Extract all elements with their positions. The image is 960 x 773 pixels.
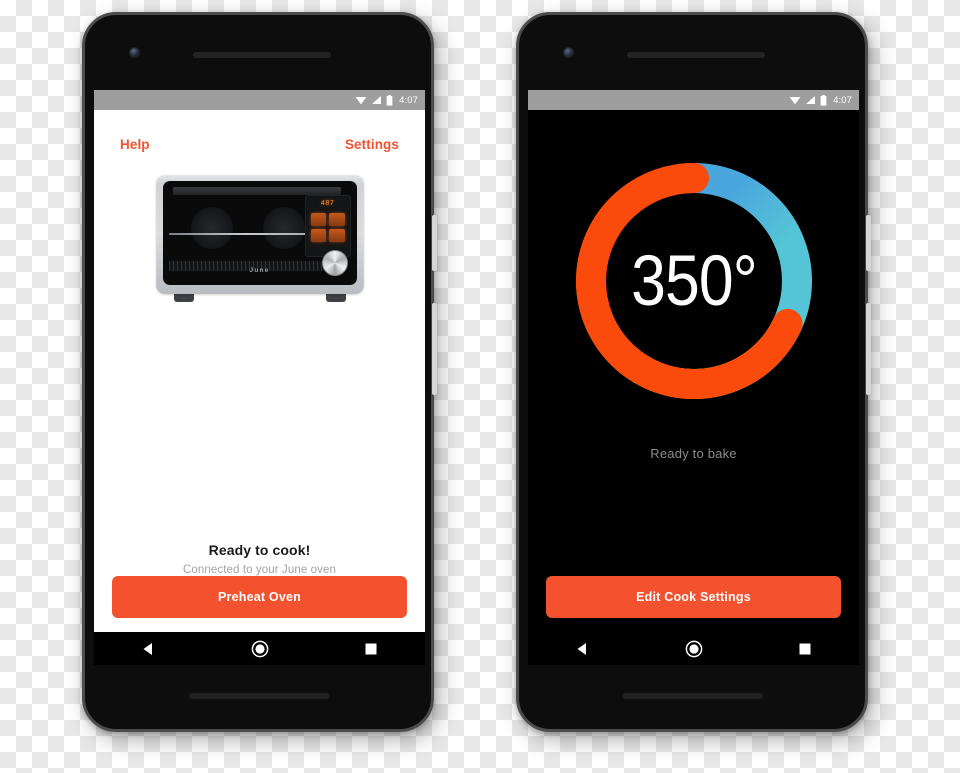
status-bar: 4:07 — [528, 90, 859, 110]
back-button-icon[interactable] — [141, 641, 157, 657]
settings-link[interactable]: Settings — [345, 137, 399, 152]
screen-ready-to-cook: 4:07 Help Settings 487 June Ready to coo… — [94, 90, 425, 665]
cta-wrap-temperature: Edit Cook Settings — [528, 576, 859, 632]
preheat-oven-button[interactable]: Preheat Oven — [112, 576, 407, 618]
android-nav-bar — [94, 632, 425, 665]
oven-foot-left — [173, 294, 194, 302]
android-nav-bar — [528, 632, 859, 665]
temperature-dial-area: 350° Ready to bake — [528, 110, 859, 576]
oven-key — [310, 213, 326, 226]
home-button-icon[interactable] — [251, 640, 269, 658]
home-button-icon[interactable] — [685, 640, 703, 658]
phone-device-ready: 4:07 Help Settings 487 June Ready to coo… — [82, 12, 437, 732]
status-title: Ready to cook! — [208, 542, 311, 558]
screen-temperature: 4:07 350° Ready to bake Edit Cook Settin… — [528, 90, 859, 665]
power-button[interactable] — [432, 215, 437, 271]
oven-fan-left — [190, 207, 233, 249]
help-link[interactable]: Help — [120, 137, 150, 152]
oven-key — [310, 229, 326, 242]
oven-shell: 487 June — [155, 174, 364, 294]
oven-control-panel: 487 — [304, 195, 351, 257]
oven-key — [329, 229, 345, 242]
bottom-speaker — [623, 693, 763, 699]
signal-icon — [806, 96, 816, 104]
status-time: 4:07 — [399, 94, 418, 106]
earpiece-speaker — [627, 52, 765, 58]
power-button[interactable] — [866, 215, 871, 271]
volume-button[interactable] — [432, 303, 437, 395]
front-camera-icon — [129, 47, 140, 58]
oven-keypad — [306, 208, 350, 242]
app-body-ready: Help Settings 487 June Ready to cook! Co… — [94, 110, 425, 632]
screenshot-canvas: 4:07 Help Settings 487 June Ready to coo… — [0, 0, 960, 773]
oven-key — [329, 213, 345, 226]
header-row: Help Settings — [94, 110, 425, 152]
oven-fan-right — [262, 207, 305, 249]
wifi-icon — [789, 97, 801, 105]
oven-illustration-wrap: 487 June — [94, 152, 425, 540]
oven-brand-label: June — [249, 267, 270, 274]
edit-cook-settings-button[interactable]: Edit Cook Settings — [546, 576, 841, 618]
wifi-icon — [355, 97, 367, 105]
earpiece-speaker — [193, 52, 331, 58]
dial-caption: Ready to bake — [650, 446, 737, 461]
dial-temperature-value: 350° — [630, 241, 758, 321]
temperature-dial[interactable]: 350° — [565, 152, 823, 410]
back-button-icon[interactable] — [575, 641, 591, 657]
cta-wrap-ready: Preheat Oven — [94, 576, 425, 632]
battery-icon — [386, 94, 393, 106]
oven-display-readout: 487 — [320, 200, 335, 208]
signal-icon — [372, 96, 382, 104]
recents-button-icon[interactable] — [364, 642, 378, 656]
oven-foot-right — [325, 294, 346, 302]
oven-vent — [172, 187, 341, 195]
recents-button-icon[interactable] — [798, 642, 812, 656]
volume-button[interactable] — [866, 303, 871, 395]
status-text-block: Ready to cook! Connected to your June ov… — [94, 540, 425, 576]
app-body-temperature: 350° Ready to bake Edit Cook Settings — [528, 110, 859, 632]
phone-device-temperature: 4:07 350° Ready to bake Edit Cook Settin… — [516, 12, 871, 732]
bottom-speaker — [189, 693, 329, 699]
front-camera-icon — [563, 47, 574, 58]
status-bar: 4:07 — [94, 90, 425, 110]
status-subtitle: Connected to your June oven — [183, 564, 336, 576]
june-oven-image: 487 June — [155, 174, 364, 302]
oven-glass-door: 487 June — [162, 181, 357, 285]
battery-icon — [820, 94, 827, 106]
status-time: 4:07 — [833, 94, 852, 106]
